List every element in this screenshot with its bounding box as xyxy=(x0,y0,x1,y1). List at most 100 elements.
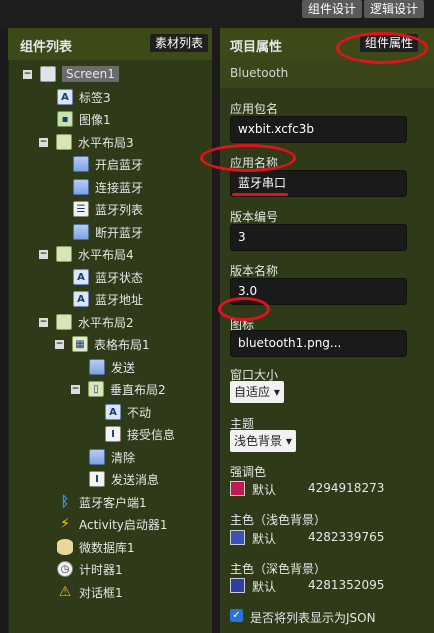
tree-item-label: 表格布局1 xyxy=(94,337,150,352)
tree-item[interactable]: ᛒ 蓝牙客户端1 xyxy=(57,492,147,512)
button-icon xyxy=(89,359,105,375)
tree-item-label: 图像1 xyxy=(79,112,111,127)
accent-label: 强调色 xyxy=(230,465,267,479)
component-name: Bluetooth xyxy=(230,66,289,80)
collapse-toggle[interactable]: − xyxy=(39,137,48,147)
tree-item-label: 蓝牙状态 xyxy=(95,270,144,285)
button-icon xyxy=(89,449,105,465)
tree-item[interactable]: − 水平布局2 xyxy=(39,312,134,332)
accent-value: 4294918273 xyxy=(308,481,385,495)
tree-item[interactable]: A 蓝牙状态 xyxy=(73,267,143,287)
button-icon xyxy=(73,224,89,240)
tree-item[interactable]: 微数据库1 xyxy=(57,537,135,557)
tree-item[interactable]: A 标签3 xyxy=(57,87,111,107)
tree-item-label: 接受信息 xyxy=(127,427,176,442)
tree-item-label: 水平布局3 xyxy=(78,135,134,150)
tree-item[interactable]: ⚠ 对话框1 xyxy=(57,582,123,602)
button-icon xyxy=(73,179,89,195)
primary-dark-label: 主色（深色背景） xyxy=(230,562,327,576)
collapse-toggle[interactable]: − xyxy=(39,249,48,259)
package-input[interactable]: wxbit.xcfc3b xyxy=(230,116,407,143)
primary-dark-default: 默认 xyxy=(252,580,277,594)
bluetooth-icon: ᛒ xyxy=(60,494,70,510)
tree-item-label: 开启蓝牙 xyxy=(95,157,144,172)
json-checkbox[interactable]: ✓ xyxy=(230,609,243,622)
vertical-arrangement-icon: ▯ xyxy=(88,381,104,397)
tree-item[interactable]: 清除 xyxy=(89,447,135,467)
tree-item[interactable]: − ▯ 垂直布局2 xyxy=(71,379,166,399)
accent-swatch[interactable] xyxy=(230,481,245,496)
tree-item-label: 蓝牙列表 xyxy=(95,202,144,217)
component-tree: − Screen1 A 标签3 ▪ 图像1 − 水平布局3 开启蓝牙 连接蓝牙 ☰ 蓝牙列… xyxy=(8,60,212,633)
media-list-button[interactable]: 素材列表 xyxy=(150,34,209,52)
tree-item-label: 连接蓝牙 xyxy=(95,180,144,195)
tree-item[interactable]: 断开蓝牙 xyxy=(73,222,143,242)
image-icon: ▪ xyxy=(57,111,73,127)
components-header: 组件列表 素材列表 xyxy=(8,28,212,60)
tree-item-label: 发送 xyxy=(111,360,136,375)
tree-item-label: 清除 xyxy=(111,450,136,465)
collapse-toggle[interactable]: − xyxy=(55,339,64,349)
accent-default: 默认 xyxy=(252,483,277,497)
components-panel: 组件列表 素材列表 − Screen1 A 标签3 ▪ 图像1 − 水平布局3 开启蓝牙… xyxy=(8,28,212,633)
horizontal-arrangement-icon xyxy=(56,134,72,150)
tree-item[interactable]: 开启蓝牙 xyxy=(73,154,143,174)
blocks-button[interactable]: 逻辑设计 xyxy=(364,0,425,18)
panel-gutter xyxy=(212,28,220,633)
tree-item[interactable]: ⚡ Activity启动器1 xyxy=(57,514,168,534)
tree-item[interactable]: − ▦ 表格布局1 xyxy=(55,334,150,354)
version-code-input[interactable]: 3 xyxy=(230,224,407,251)
tree-item[interactable]: ☰ 蓝牙列表 xyxy=(73,199,143,219)
tree-item-screen1[interactable]: − Screen1 xyxy=(23,64,119,84)
tree-item-label: Activity启动器1 xyxy=(79,517,168,532)
clock-icon: ◷ xyxy=(57,561,73,577)
button-icon xyxy=(73,156,89,172)
horizontal-arrangement-icon xyxy=(56,246,72,262)
annotation-underline xyxy=(232,193,288,196)
tree-item-label: 发送消息 xyxy=(111,472,160,487)
package-label: 应用包名 xyxy=(230,102,279,116)
tree-item-label: 蓝牙地址 xyxy=(95,292,144,307)
label-icon: A xyxy=(73,269,89,285)
tree-item[interactable]: − 水平布局4 xyxy=(39,244,134,264)
collapse-toggle[interactable]: − xyxy=(23,69,32,79)
tree-item-label: 断开蓝牙 xyxy=(95,225,144,240)
properties-panel: 项目属性 组件属性 Bluetooth 应用包名 wxbit.xcfc3b 应用… xyxy=(220,28,434,633)
primary-swatch[interactable] xyxy=(230,530,245,545)
horizontal-arrangement-icon xyxy=(56,314,72,330)
tree-item-label: Screen1 xyxy=(62,66,119,82)
collapse-toggle[interactable]: − xyxy=(39,317,48,327)
tree-item[interactable]: I 接受信息 xyxy=(105,424,175,444)
tree-item-label: 蓝牙客户端1 xyxy=(79,495,147,510)
label-icon: A xyxy=(105,404,121,420)
version-code-label: 版本编号 xyxy=(230,210,279,224)
collapse-toggle[interactable]: − xyxy=(71,384,80,394)
properties-title: 项目属性 xyxy=(230,40,283,55)
theme-select[interactable]: 浅色背景 ▾ xyxy=(230,430,296,452)
icon-input[interactable]: bluetooth1.png... xyxy=(230,330,407,357)
textbox-icon: I xyxy=(89,471,105,487)
window-size-select[interactable]: 自适应 ▾ xyxy=(230,381,284,403)
activity-starter-icon: ⚡ xyxy=(60,516,70,532)
version-name-label: 版本名称 xyxy=(230,264,279,278)
tree-item[interactable]: − 水平布局3 xyxy=(39,132,134,152)
json-label: 是否将列表显示为JSON xyxy=(250,611,376,625)
textbox-icon: I xyxy=(105,426,121,442)
tree-item[interactable]: 连接蓝牙 xyxy=(73,177,143,197)
tree-item-label: 垂直布局2 xyxy=(110,382,166,397)
annotation-circle xyxy=(336,32,428,64)
annotation-circle xyxy=(218,297,270,321)
primary-default: 默认 xyxy=(252,532,277,546)
designer-button[interactable]: 组件设计 xyxy=(302,0,363,18)
tree-item[interactable]: A 蓝牙地址 xyxy=(73,289,143,309)
primary-dark-swatch[interactable] xyxy=(230,578,245,593)
tree-item[interactable]: I 发送消息 xyxy=(89,469,159,489)
tree-item[interactable]: ▪ 图像1 xyxy=(57,109,111,129)
database-icon xyxy=(57,539,73,555)
tree-item[interactable]: ◷ 计时器1 xyxy=(57,559,123,579)
tree-item[interactable]: 发送 xyxy=(89,357,135,377)
component-name-bar: Bluetooth xyxy=(220,60,434,88)
tree-item[interactable]: A 不动 xyxy=(105,402,151,422)
tree-item-label: 水平布局2 xyxy=(78,315,134,330)
notifier-icon: ⚠ xyxy=(58,584,72,600)
